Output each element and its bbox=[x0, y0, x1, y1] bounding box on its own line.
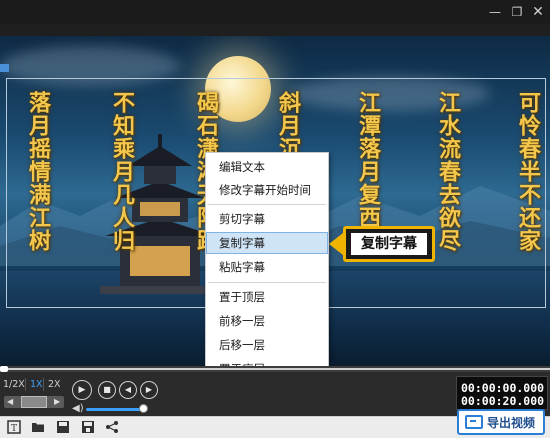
subtitle-column[interactable]: 不知乘月几人归 bbox=[106, 91, 135, 252]
callout-box: 复制字幕 bbox=[343, 226, 435, 262]
time-display: 00:00:00.000 00:00:20.000 bbox=[456, 376, 548, 410]
volume-slider[interactable] bbox=[86, 408, 142, 411]
total-time: 00:00:20.000 bbox=[461, 394, 545, 408]
menu-item-bring-forward[interactable]: 前移一层 bbox=[206, 310, 328, 332]
volume-knob[interactable] bbox=[139, 404, 148, 413]
callout-label: 复制字幕 bbox=[351, 233, 427, 255]
prev-frame-button[interactable]: ◀ bbox=[119, 381, 137, 399]
stop-button[interactable]: ■ bbox=[98, 381, 116, 399]
video-editor-window: — ❐ ✕ 落月摇情满江树 不知乘月几人归 碣石潇湘无限路 斜 bbox=[0, 0, 550, 438]
play-button[interactable]: ▶ bbox=[72, 380, 92, 400]
callout-arrow bbox=[329, 233, 343, 255]
export-icon bbox=[465, 415, 483, 429]
volume-icon[interactable]: ◀) bbox=[72, 404, 84, 414]
export-video-button[interactable]: 导出视频 bbox=[457, 409, 545, 435]
scrub-right-icon[interactable]: ▶ bbox=[54, 396, 60, 408]
menu-separator bbox=[208, 204, 326, 205]
menu-separator bbox=[208, 282, 326, 283]
speed-half[interactable]: 1/2X bbox=[3, 378, 25, 392]
selection-handle[interactable] bbox=[0, 64, 9, 72]
title-bar: — ❐ ✕ bbox=[0, 0, 550, 24]
context-menu: 编辑文本 修改字幕开始时间 剪切字幕 复制字幕 粘贴字幕 置于顶层 前移一层 后… bbox=[205, 152, 329, 385]
speed-separator bbox=[43, 378, 44, 391]
menu-item-paste-subtitle[interactable]: 粘贴字幕 bbox=[206, 256, 328, 278]
scrub-left-icon[interactable]: ◀ bbox=[7, 396, 13, 408]
speed-separator bbox=[25, 378, 26, 391]
frame-scrubber[interactable]: ◀ ▶ bbox=[4, 396, 64, 408]
subtitle-column[interactable]: 可怜春半不还家 bbox=[512, 91, 541, 252]
timeline-track[interactable] bbox=[4, 368, 550, 370]
subtitle-style-icon[interactable]: T bbox=[6, 420, 22, 436]
subtitle-column[interactable]: 江水流春去欲尽 bbox=[432, 91, 461, 252]
scrub-window[interactable] bbox=[21, 396, 47, 408]
menu-item-copy-subtitle[interactable]: 复制字幕 bbox=[206, 232, 328, 254]
subtitle-column[interactable]: 落月摇情满江树 bbox=[22, 91, 51, 252]
menu-item-edit-text[interactable]: 编辑文本 bbox=[206, 156, 328, 178]
speed-1x[interactable]: 1X bbox=[30, 378, 43, 392]
menu-item-bring-to-front[interactable]: 置于顶层 bbox=[206, 286, 328, 308]
close-icon[interactable]: ✕ bbox=[529, 3, 547, 21]
folder-open-icon[interactable] bbox=[30, 420, 46, 436]
current-time: 00:00:00.000 bbox=[461, 381, 545, 395]
menu-item-change-start-time[interactable]: 修改字幕开始时间 bbox=[206, 179, 328, 201]
share-icon[interactable] bbox=[104, 420, 120, 436]
next-frame-button[interactable]: ▶ bbox=[140, 381, 158, 399]
save-icon[interactable] bbox=[55, 420, 71, 436]
speed-2x[interactable]: 2X bbox=[48, 378, 61, 392]
export-video-label: 导出视频 bbox=[487, 416, 536, 430]
menu-item-send-backward[interactable]: 后移一层 bbox=[206, 334, 328, 356]
restore-icon[interactable]: ❐ bbox=[508, 3, 526, 21]
minimize-icon[interactable]: — bbox=[486, 3, 504, 21]
svg-text:T: T bbox=[11, 424, 17, 434]
save-as-icon[interactable] bbox=[80, 420, 96, 436]
menu-item-cut-subtitle[interactable]: 剪切字幕 bbox=[206, 208, 328, 230]
